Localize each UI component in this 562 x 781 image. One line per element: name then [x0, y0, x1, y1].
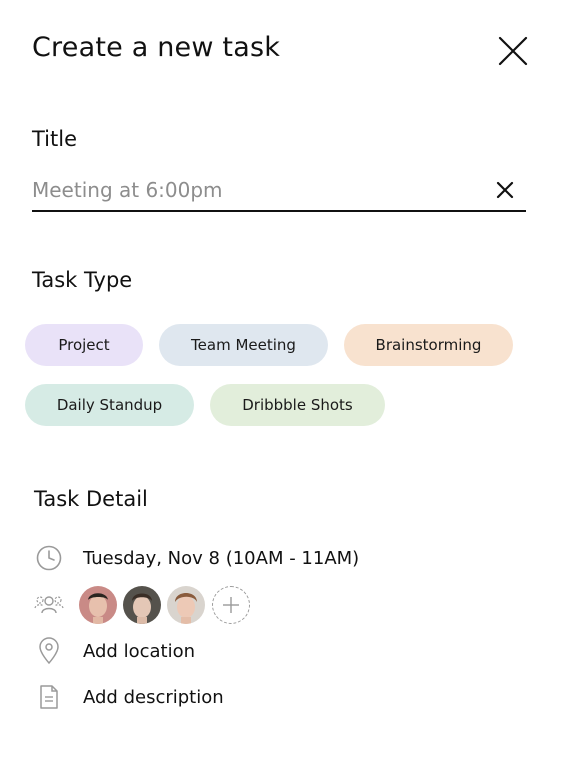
avatar[interactable] [79, 586, 117, 624]
close-button[interactable] [496, 34, 530, 68]
chip-label: Daily Standup [56, 396, 163, 414]
avatar[interactable] [167, 586, 205, 624]
description-text: Add description [83, 686, 224, 708]
title-field [32, 170, 526, 212]
task-type-label: Task Type [32, 268, 133, 292]
chip-label: Brainstorming [375, 336, 482, 354]
datetime-text: Tuesday, Nov 8 (10AM - 11AM) [83, 547, 360, 569]
chip-team-meeting[interactable]: Team Meeting [159, 324, 328, 366]
datetime-row[interactable]: Tuesday, Nov 8 (10AM - 11AM) [34, 543, 359, 573]
chip-label: Project [58, 336, 110, 354]
avatar[interactable] [123, 586, 161, 624]
clear-icon [496, 181, 514, 199]
title-input[interactable] [32, 174, 472, 206]
clock-icon [34, 543, 64, 573]
people-row [34, 590, 64, 620]
people-icon [34, 590, 64, 620]
location-pin-icon [34, 636, 64, 666]
document-icon [34, 682, 64, 712]
chip-daily-standup[interactable]: Daily Standup [25, 384, 194, 426]
chip-project[interactable]: Project [25, 324, 143, 366]
chip-dribbble-shots[interactable]: Dribbble Shots [210, 384, 385, 426]
add-person-button[interactable] [212, 586, 250, 624]
location-row[interactable]: Add location [34, 636, 195, 666]
title-label: Title [32, 127, 78, 151]
description-row[interactable]: Add description [34, 682, 224, 712]
location-text: Add location [83, 640, 195, 662]
chip-label: Dribbble Shots [242, 396, 353, 414]
chip-label: Team Meeting [191, 336, 296, 354]
clear-title-button[interactable] [494, 179, 516, 201]
chip-brainstorming[interactable]: Brainstorming [344, 324, 513, 366]
page-title: Create a new task [32, 32, 281, 63]
task-detail-label: Task Detail [34, 487, 148, 511]
close-icon [498, 36, 528, 66]
plus-icon [223, 597, 239, 613]
